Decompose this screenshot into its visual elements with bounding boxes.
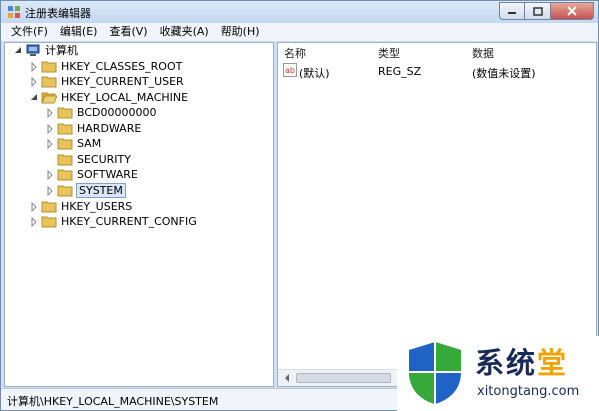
tree-label-computer: 计算机: [45, 44, 78, 57]
tree-node-security[interactable]: SECURITY: [57, 152, 132, 167]
collapsed-arrow-icon[interactable]: [29, 216, 39, 227]
column-header-type[interactable]: 类型: [378, 45, 400, 61]
svg-text:ab: ab: [285, 66, 295, 75]
scroll-left-icon: [285, 374, 289, 382]
watermark-brand-a: 系统: [475, 346, 538, 380]
close-button[interactable]: [551, 2, 594, 20]
tree-label: SAM: [77, 137, 102, 150]
watermark-brand: 系统堂: [475, 340, 568, 382]
folder-icon: [41, 201, 57, 213]
tree-node-software[interactable]: SOFTWARE: [45, 167, 139, 182]
watermark-logo: 系统堂 xitongtang.com: [397, 336, 599, 411]
column-header-data[interactable]: 数据: [472, 45, 494, 61]
window-title: 注册表编辑器: [25, 7, 91, 20]
menu-view[interactable]: 查看(V): [103, 23, 153, 41]
collapsed-arrow-icon[interactable]: [29, 61, 39, 72]
value-data-cell: (数值未设置): [472, 67, 536, 80]
scrollbar-thumb[interactable]: [296, 373, 391, 383]
string-value-icon: ab: [283, 63, 297, 77]
tree-label: HKEY_LOCAL_MACHINE: [61, 91, 189, 104]
tree-label: HKEY_CURRENT_USER: [61, 75, 184, 88]
status-path: 计算机\HKEY_LOCAL_MACHINE\SYSTEM: [7, 395, 219, 408]
folder-icon: [41, 61, 57, 73]
tree-node-hkey-classes-root[interactable]: HKEY_CLASSES_ROOT: [29, 59, 183, 74]
window-controls: [499, 2, 594, 20]
minimize-button[interactable]: [499, 2, 525, 20]
close-icon: [567, 6, 577, 16]
value-type-cell: REG_SZ: [378, 65, 422, 78]
expanded-arrow-icon[interactable]: [13, 46, 23, 56]
folder-icon: [57, 154, 73, 166]
tree-node-sam[interactable]: SAM: [45, 136, 102, 151]
collapsed-arrow-icon[interactable]: [45, 169, 55, 180]
collapsed-arrow-icon[interactable]: [45, 123, 55, 134]
watermark-url: xitongtang.com: [477, 384, 580, 399]
menu-edit[interactable]: 编辑(E): [54, 23, 104, 41]
registry-app-icon: [8, 6, 20, 18]
tree-label: HARDWARE: [77, 122, 142, 135]
folder-icon: [57, 185, 73, 197]
tree-node-hkey-current-config[interactable]: HKEY_CURRENT_CONFIG: [29, 214, 198, 229]
collapsed-arrow-icon[interactable]: [29, 201, 39, 212]
tree-label: BCD00000000: [77, 106, 157, 119]
tree-label: HKEY_CLASSES_ROOT: [61, 60, 183, 73]
folder-icon: [41, 216, 57, 228]
menu-help[interactable]: 帮助(H): [215, 23, 266, 41]
folder-icon: [57, 138, 73, 150]
title-bar[interactable]: 注册表编辑器: [1, 1, 598, 23]
scroll-left-button[interactable]: [281, 372, 293, 384]
maximize-button[interactable]: [525, 2, 551, 20]
collapsed-arrow-icon[interactable]: [29, 76, 39, 87]
folder-icon: [41, 76, 57, 88]
shield-logo-icon: [409, 342, 461, 404]
tree-label-selected: SYSTEM: [76, 183, 126, 198]
value-name-cell[interactable]: (默认): [299, 65, 330, 81]
tree-label: HKEY_USERS: [61, 200, 133, 213]
folder-icon: [57, 107, 73, 119]
collapsed-arrow-icon[interactable]: [45, 107, 55, 118]
collapsed-arrow-icon[interactable]: [45, 185, 55, 196]
watermark-brand-b: 堂: [537, 346, 569, 380]
menu-bar: 文件(F) 编辑(E) 查看(V) 收藏夹(A) 帮助(H): [1, 23, 598, 41]
tree-node-hkey-local-machine[interactable]: HKEY_LOCAL_MACHINE: [29, 90, 189, 105]
computer-icon: [26, 44, 40, 56]
folder-icon: [57, 169, 73, 181]
column-header-name[interactable]: 名称: [284, 45, 306, 61]
menu-favorites[interactable]: 收藏夹(A): [154, 23, 215, 41]
registry-tree-pane[interactable]: 计算机 HKEY_CLASSES_ROOT HKEY_CURRENT_USER …: [4, 42, 274, 387]
tree-label: SOFTWARE: [77, 168, 138, 181]
minimize-icon: [508, 12, 516, 14]
tree-label: SECURITY: [77, 153, 131, 166]
menu-file[interactable]: 文件(F): [5, 23, 54, 41]
tree-node-computer[interactable]: 计算机: [13, 43, 79, 58]
folder-open-icon: [41, 92, 57, 104]
tree-node-hardware[interactable]: HARDWARE: [45, 121, 142, 136]
tree-label: HKEY_CURRENT_CONFIG: [61, 215, 197, 228]
expanded-arrow-icon[interactable]: [29, 93, 39, 103]
tree-node-system[interactable]: SYSTEM: [45, 183, 126, 198]
folder-icon: [57, 123, 73, 135]
maximize-icon: [532, 6, 543, 16]
tree-node-bcd[interactable]: BCD00000000: [45, 105, 158, 120]
tree-node-hkey-current-user[interactable]: HKEY_CURRENT_USER: [29, 74, 185, 89]
collapsed-arrow-icon[interactable]: [45, 138, 55, 149]
tree-node-hkey-users[interactable]: HKEY_USERS: [29, 199, 133, 214]
